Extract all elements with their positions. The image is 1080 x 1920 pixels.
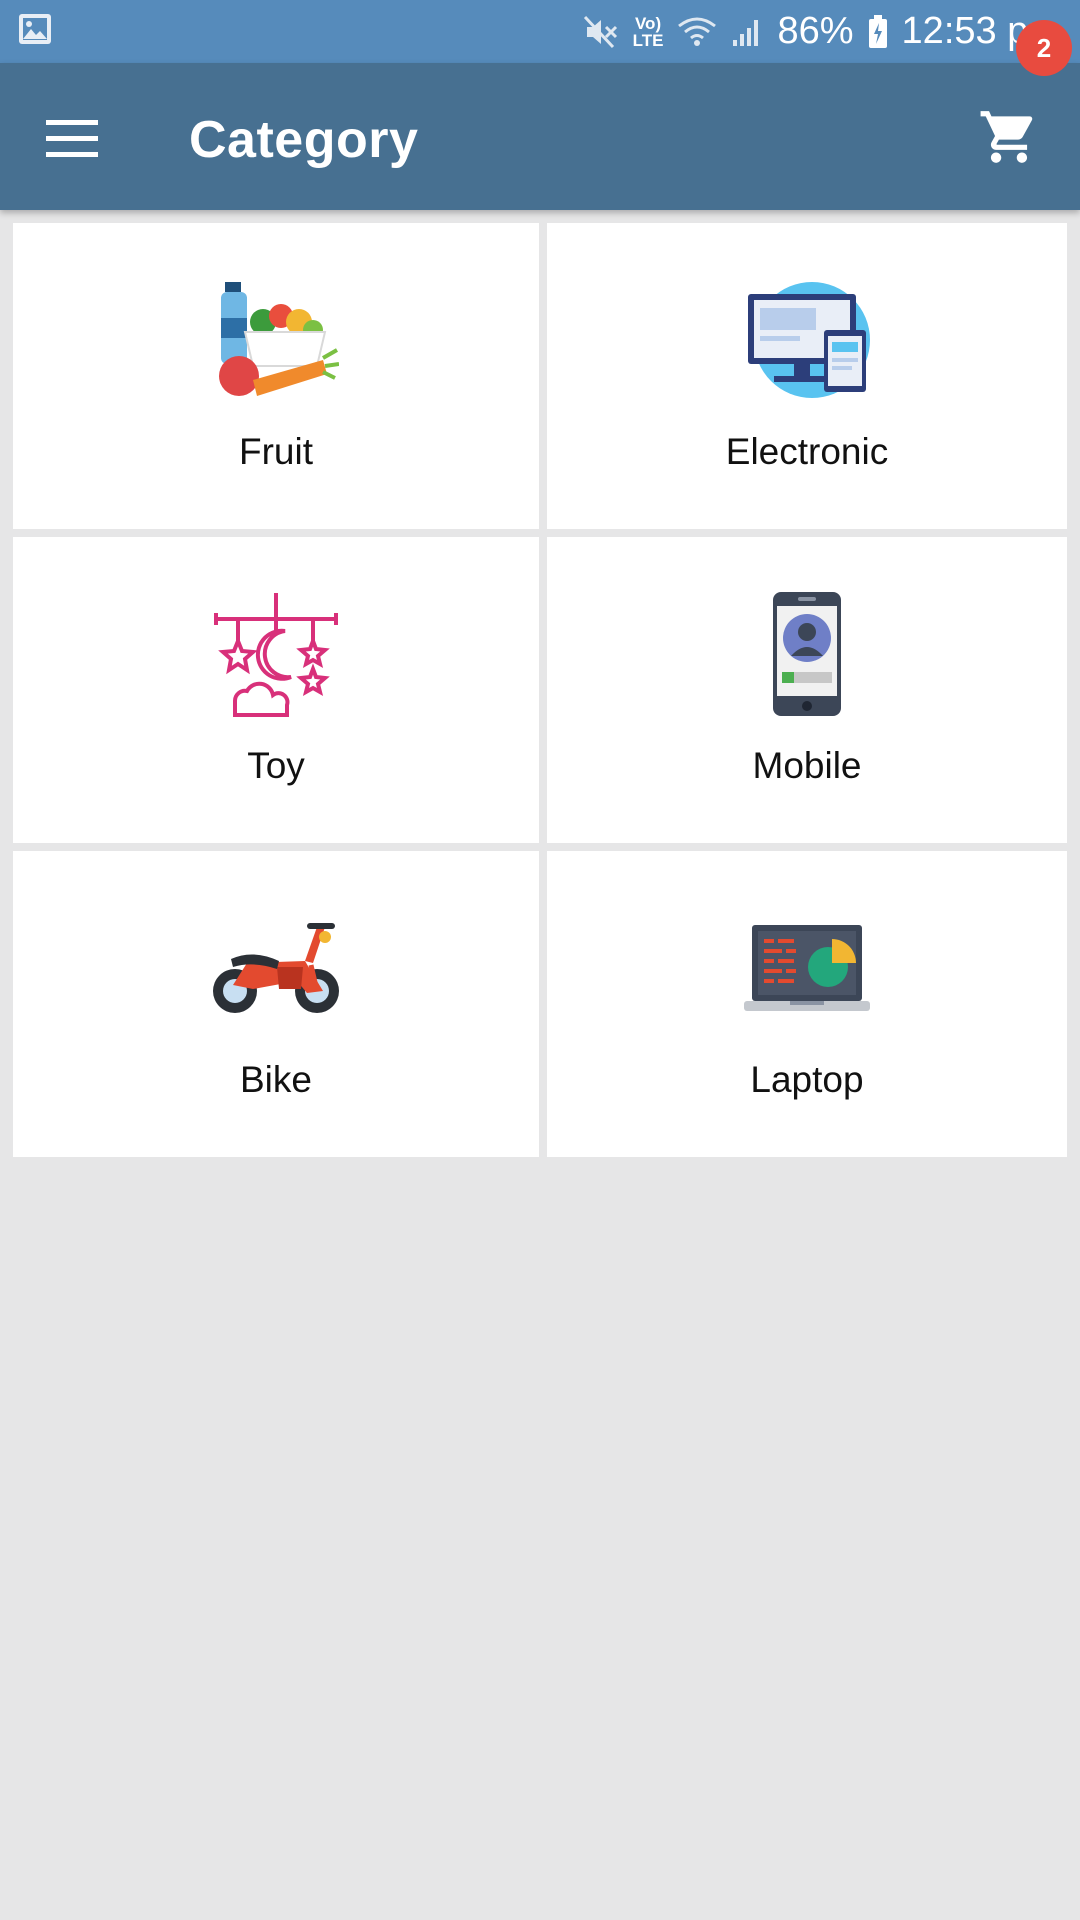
wifi-icon bbox=[677, 16, 717, 48]
status-bar: Vo) LTE 86% 12:53 pm bbox=[0, 0, 1080, 63]
laptop-icon bbox=[742, 903, 872, 1033]
volte-top-text: Vo) bbox=[634, 13, 662, 33]
category-label-fruit: Fruit bbox=[239, 431, 313, 472]
status-left bbox=[18, 13, 52, 50]
volte-icon: Vo) LTE bbox=[633, 15, 664, 49]
page-title: Category bbox=[189, 111, 419, 169]
baby-mobile-toy-icon bbox=[211, 589, 341, 719]
category-card-bike[interactable]: Bike bbox=[13, 851, 539, 1157]
category-card-mobile[interactable]: Mobile bbox=[547, 537, 1067, 843]
battery-percent: 86% bbox=[777, 10, 854, 52]
category-grid: Fruit Electronic Toy Mobile Bike Laptop bbox=[13, 223, 1067, 1157]
smartphone-icon bbox=[742, 589, 872, 719]
category-label-mobile: Mobile bbox=[752, 745, 862, 786]
category-label-toy: Toy bbox=[247, 745, 305, 786]
cart-badge: 2 bbox=[1016, 20, 1072, 76]
shopping-cart-icon bbox=[980, 111, 1033, 163]
category-card-laptop[interactable]: Laptop bbox=[547, 851, 1067, 1157]
category-card-toy[interactable]: Toy bbox=[13, 537, 539, 843]
cart-button[interactable] bbox=[978, 106, 1060, 188]
electronic-devices-icon bbox=[742, 275, 872, 405]
fruit-basket-icon bbox=[211, 275, 341, 405]
status-icons: Vo) LTE 86% 12:53 pm bbox=[583, 10, 1060, 53]
motorbike-icon bbox=[211, 903, 341, 1033]
category-card-fruit[interactable]: Fruit bbox=[13, 223, 539, 529]
hamburger-menu-icon bbox=[46, 120, 98, 157]
volte-bottom-text: LTE bbox=[632, 30, 664, 50]
category-label-bike: Bike bbox=[240, 1059, 312, 1100]
mute-icon bbox=[583, 15, 619, 49]
category-card-electronic[interactable]: Electronic bbox=[547, 223, 1067, 529]
category-label-laptop: Laptop bbox=[750, 1059, 864, 1100]
signal-icon bbox=[731, 16, 763, 48]
battery-charging-icon bbox=[868, 14, 888, 49]
gallery-icon bbox=[18, 13, 52, 50]
app-bar: Category bbox=[0, 63, 1080, 210]
category-label-electronic: Electronic bbox=[725, 431, 889, 472]
menu-button[interactable] bbox=[36, 103, 108, 175]
